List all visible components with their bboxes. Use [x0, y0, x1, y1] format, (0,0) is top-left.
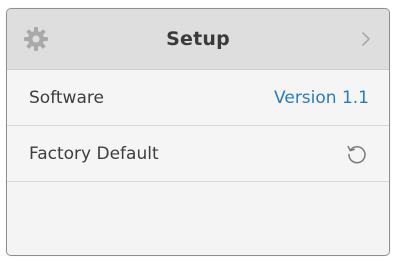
software-version-value: Version 1.1 — [274, 87, 369, 108]
page-title: Setup — [166, 28, 230, 50]
setup-panel: Setup Software Version 1.1 Factory Defau… — [6, 8, 390, 256]
factory-default-label: Factory Default — [29, 143, 159, 164]
setup-header[interactable]: Setup — [7, 9, 389, 70]
gear-icon[interactable] — [23, 26, 49, 52]
reset-icon[interactable] — [345, 142, 369, 166]
chevron-right-icon[interactable] — [361, 31, 371, 47]
empty-area — [7, 182, 389, 254]
factory-default-row[interactable]: Factory Default — [7, 126, 389, 182]
software-label: Software — [29, 87, 104, 108]
software-row: Software Version 1.1 — [7, 70, 389, 126]
